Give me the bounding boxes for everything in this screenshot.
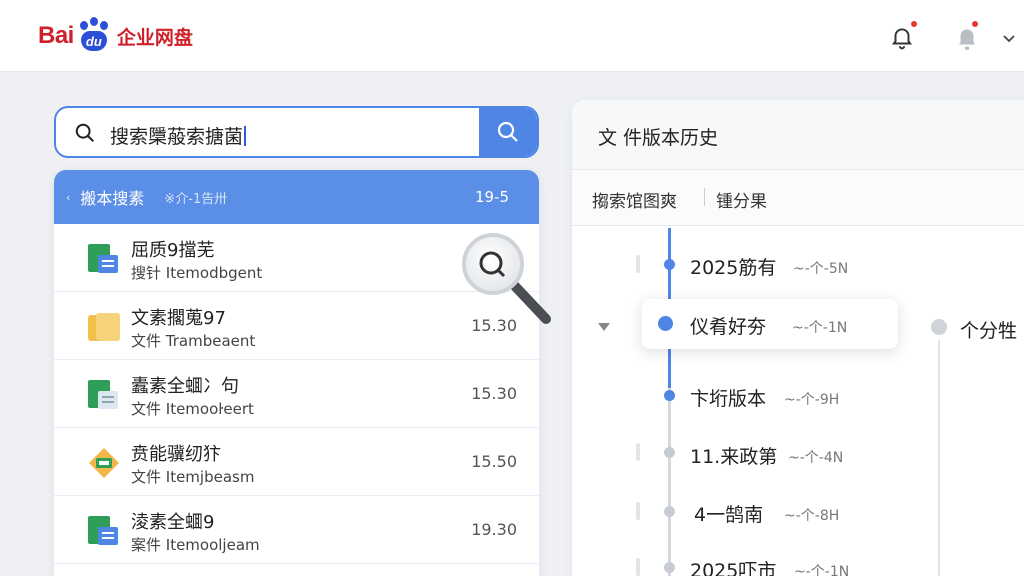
search-icon: [497, 121, 518, 142]
doc-green-icon: [86, 377, 122, 413]
timeline-line: [938, 340, 940, 576]
doc-green-icon: [86, 241, 122, 277]
item-name: 贲能骥纫犿: [131, 444, 221, 465]
timeline-dot: [664, 447, 675, 458]
bell-icon[interactable]: [889, 21, 917, 54]
version-label[interactable]: 11.来政第: [690, 442, 777, 469]
item-time: 15.50: [471, 452, 517, 471]
timeline-stub: [636, 443, 640, 461]
filter-bar: 搊索馆图爽 锺分果: [572, 170, 1024, 226]
item-meta: 搜针 Itemodbgent: [131, 264, 263, 282]
version-meta: ~-个-1N: [794, 564, 850, 576]
filter-group[interactable]: 锺分果: [716, 187, 767, 212]
paw-text: du: [85, 33, 102, 49]
app-icon[interactable]: [954, 21, 980, 56]
version-meta: ~-个-4N: [788, 450, 844, 466]
list-item[interactable]: 蠹素全蜖冫句 文件 Itemooŀeert 15.30: [54, 360, 539, 428]
paw-icon: du: [76, 17, 112, 54]
magnifier-icon: [461, 232, 556, 327]
caret-icon: ‹: [66, 190, 71, 204]
top-bar: Bai du 企业网盘: [0, 0, 1024, 72]
version-meta: ~-个-1N: [792, 320, 848, 336]
logo-text: Bai: [38, 22, 74, 49]
version-label: 仪肴好夯: [690, 316, 767, 338]
timeline-line: [668, 388, 671, 576]
timeline-stub: [636, 255, 640, 273]
box-icon: [86, 445, 122, 481]
collapse-icon[interactable]: [598, 323, 610, 331]
chevron-down-icon[interactable]: [1002, 29, 1016, 48]
filter-search[interactable]: 搊索馆图爽: [592, 187, 677, 212]
list-header-num: 19-5: [474, 188, 509, 206]
list-header[interactable]: ‹ 搬本搜素 ※介-1告卅 19-5: [54, 170, 539, 224]
product-name: 企业网盘: [116, 26, 193, 49]
version-meta: ~-个-8H: [784, 508, 840, 524]
doc-green-icon: [86, 513, 122, 549]
version-label[interactable]: 2025吓市: [690, 556, 776, 576]
timeline-stub: [636, 558, 640, 576]
list-item[interactable]: 淩素全蜖9 案件 Itemooljeam 19.30: [54, 496, 539, 564]
folder-icon: [86, 309, 122, 345]
list-header-title: 搬本搜素: [80, 189, 145, 208]
search-box[interactable]: 搜索檃蒰索搪菌: [54, 106, 539, 158]
timeline-stub: [636, 502, 640, 520]
baidu-logo[interactable]: Bai du 企业网盘: [38, 16, 193, 56]
timeline-dot: [664, 562, 675, 573]
list-item[interactable]: 贲能骥纫犿 文件 Itemjbeasm 15.50: [54, 428, 539, 496]
timeline-dot: [664, 259, 675, 270]
item-meta: 案件 Itemooljeam: [131, 536, 260, 554]
page-title: 文 件版本历史: [598, 127, 719, 149]
search-input[interactable]: 搜索檃蒰索搪菌: [110, 122, 247, 149]
version-label[interactable]: 4一鹄南: [694, 500, 763, 527]
item-meta: 文件 Itemooŀeert: [131, 400, 254, 418]
branch-label[interactable]: 个分牲: [960, 316, 1017, 343]
search-button[interactable]: [479, 108, 537, 156]
item-name: 屈质9擋芜: [131, 240, 215, 261]
version-label[interactable]: 2025筋有: [690, 253, 776, 280]
timeline-dot: [664, 390, 675, 401]
item-meta: 文件 Trambeaent: [131, 332, 256, 350]
history-header: 文 件版本历史: [572, 100, 1024, 170]
version-card-selected[interactable]: 仪肴好夯 ~-个-1N: [642, 299, 898, 349]
version-label[interactable]: 卞垳版本: [690, 384, 766, 411]
version-history-panel: 文 件版本历史 搊索馆图爽 锺分果 2025筋有 ~-个-5N 仪肴好夯 ~-个…: [572, 100, 1024, 576]
item-time: 15.30: [471, 384, 517, 403]
item-name: 文素擱蒐97: [131, 308, 226, 329]
list-header-sub: ※介-1告卅: [164, 191, 228, 207]
version-icon: [658, 316, 673, 331]
branch-node: [931, 319, 947, 335]
timeline-dot: [664, 506, 675, 517]
item-name: 蠹素全蜖冫句: [131, 376, 239, 397]
item-name: 淩素全蜖9: [131, 512, 215, 533]
search-icon: [74, 122, 96, 148]
divider: [704, 188, 705, 206]
item-time: 19.30: [471, 520, 517, 539]
version-meta: ~-个-5N: [793, 261, 849, 277]
result-list: ‹ 搬本搜素 ※介-1告卅 19-5 屈质9擋芜 搜针 Itemodbgent …: [54, 170, 539, 576]
item-meta: 文件 Itemjbeasm: [131, 468, 255, 486]
version-meta: ~-个-9H: [784, 392, 840, 408]
